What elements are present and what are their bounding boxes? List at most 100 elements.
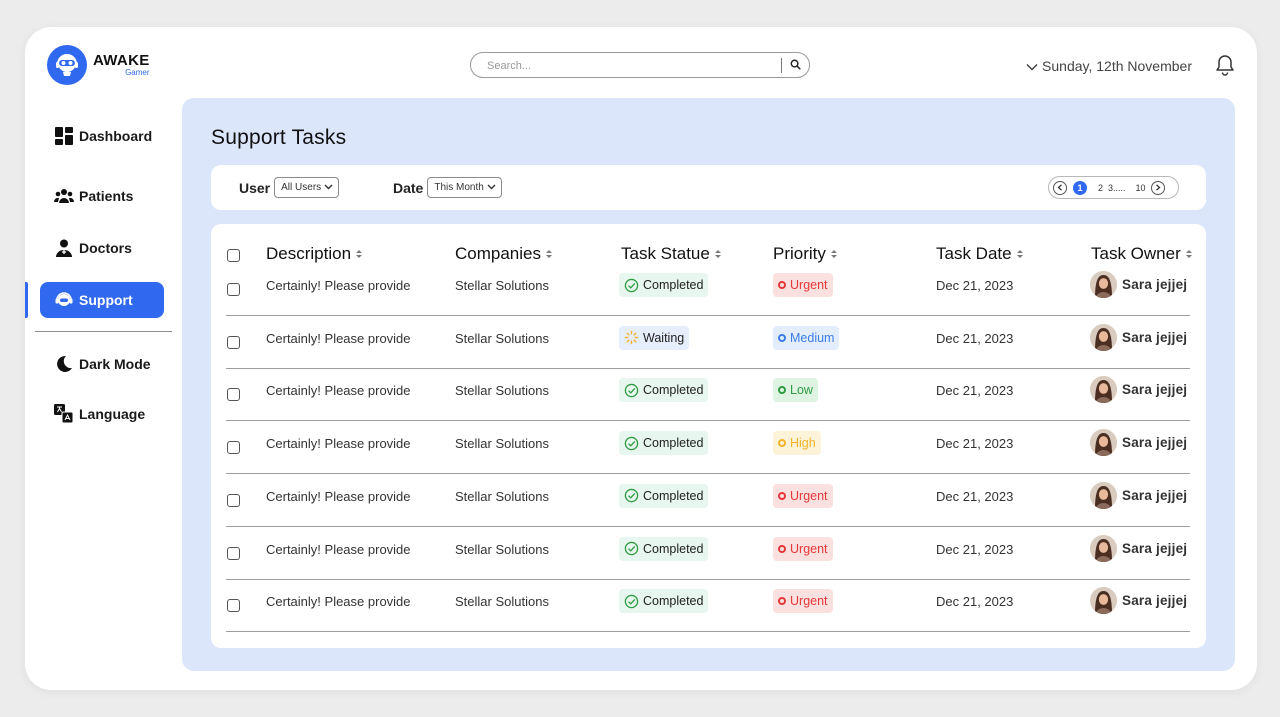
next-page-button[interactable] [1150, 180, 1165, 195]
column-header-task-owner[interactable]: Task Owner [1091, 244, 1193, 264]
row-checkbox[interactable] [227, 599, 240, 613]
column-header-priority[interactable]: Priority [773, 244, 838, 264]
user-filter-select[interactable]: All Users [274, 177, 340, 198]
page-button-2[interactable]: 2 [1098, 183, 1103, 193]
status-label: Completed [643, 436, 704, 451]
row-checkbox[interactable] [227, 546, 240, 560]
table-row[interactable]: Certainly! Please provide Stellar Solutio… [211, 580, 1206, 633]
sort-icon [714, 244, 722, 264]
gamer-logo-icon [47, 45, 87, 85]
table-row[interactable]: Certainly! Please provide Stellar Solutio… [211, 528, 1206, 580]
priority-label: High [790, 436, 816, 451]
status-badge: Completed [619, 589, 709, 614]
sidebar-divider [35, 331, 172, 332]
row-task-date: Dec 21, 2023 [936, 436, 1014, 452]
row-checkbox[interactable] [227, 388, 240, 402]
column-header-companies[interactable]: Companies [455, 244, 553, 264]
sidebar-item-label: Language [79, 406, 146, 422]
sidebar-item-support[interactable]: Support [40, 282, 164, 318]
avatar [1090, 271, 1117, 298]
row-checkbox[interactable] [227, 335, 240, 349]
owner-name: Sara jejjej [1122, 540, 1188, 556]
sort-icon [1185, 244, 1193, 264]
filter-bar: User All Users Date This Month 1 2 3....… [211, 165, 1206, 210]
table-row[interactable]: Certainly! Please provide Stellar Solutio… [211, 264, 1206, 316]
table-row[interactable]: Certainly! Please provide Stellar Solutio… [211, 369, 1206, 422]
row-owner[interactable]: Sara jejjej [1090, 534, 1188, 562]
notification-button[interactable] [1215, 54, 1235, 81]
row-divider [226, 631, 1190, 633]
row-owner[interactable]: Sara jejjej [1090, 271, 1187, 298]
table-row[interactable]: Certainly! Please provide Stellar Solutio… [211, 475, 1206, 527]
owner-name: Sara jejjej [1122, 329, 1188, 345]
language-icon [54, 404, 74, 424]
row-owner[interactable]: Sara jejjej [1090, 323, 1188, 351]
brand-logo[interactable]: AWAKE Gamer [47, 45, 150, 85]
row-task-date: Dec 21, 2023 [936, 330, 1014, 346]
sidebar-item-patients[interactable]: Patients [40, 178, 164, 214]
row-owner[interactable]: Sara jejjej [1090, 481, 1188, 509]
owner-name: Sara jejjej [1122, 487, 1188, 503]
patients-icon [54, 186, 74, 206]
row-task-date: Dec 21, 2023 [936, 594, 1014, 610]
search-input[interactable] [487, 57, 777, 74]
column-header-description[interactable]: Description [266, 244, 363, 264]
search-icon [790, 57, 801, 75]
priority-badge: Urgent [773, 589, 833, 614]
status-badge: Completed [619, 378, 709, 403]
page-button-10[interactable]: 10 [1136, 183, 1146, 193]
row-task-date: Dec 21, 2023 [936, 541, 1014, 557]
sidebar-item-dashboard[interactable]: Dashboard [40, 118, 164, 154]
chevron-down-icon [1026, 58, 1042, 74]
sidebar-item-language[interactable]: Language [40, 396, 164, 432]
row-company: Stellar Solutions [455, 383, 549, 399]
row-owner[interactable]: Sara jejjej [1090, 587, 1187, 615]
priority-badge: Urgent [773, 273, 833, 297]
prev-page-button[interactable] [1053, 180, 1067, 195]
check-circle-icon [624, 278, 639, 293]
sidebar-item-doctors[interactable]: Doctors [40, 230, 164, 266]
status-label: Completed [643, 278, 704, 292]
row-checkbox[interactable] [227, 441, 240, 455]
date-filter-select[interactable]: This Month [427, 177, 502, 198]
priority-label: Urgent [790, 488, 828, 503]
row-description: Certainly! Please provide [266, 278, 411, 293]
priority-dot-icon [778, 544, 786, 553]
search-button[interactable] [787, 58, 803, 74]
moon-icon [54, 354, 74, 374]
owner-name: Sara jejjej [1122, 435, 1188, 451]
row-checkbox[interactable] [227, 493, 240, 507]
row-description: Certainly! Please provide [266, 330, 411, 346]
page-button-1[interactable]: 1 [1073, 180, 1087, 195]
status-label: Completed [643, 541, 704, 556]
priority-dot-icon [778, 491, 786, 500]
priority-dot-icon [778, 333, 786, 342]
row-owner[interactable]: Sara jejjej [1090, 376, 1187, 404]
status-badge: Completed [619, 483, 709, 508]
column-header-task-date[interactable]: Task Date [936, 244, 1024, 264]
table-row[interactable]: Certainly! Please provide Stellar Solutio… [211, 422, 1206, 475]
priority-badge: Medium [773, 325, 840, 350]
sidebar-item-label: Dashboard [79, 128, 153, 144]
priority-label: Urgent [790, 594, 828, 609]
priority-badge: Low [773, 378, 818, 403]
sort-icon [1016, 244, 1024, 264]
priority-label: Urgent [790, 278, 828, 292]
row-owner[interactable]: Sara jejjej [1090, 429, 1188, 457]
sidebar-item-label: Dark Mode [79, 356, 151, 372]
row-checkbox[interactable] [227, 283, 240, 296]
select-all-checkbox[interactable] [227, 249, 240, 262]
row-task-date: Dec 21, 2023 [936, 278, 1014, 293]
sidebar-item-dark-mode[interactable]: Dark Mode [40, 346, 164, 382]
chevron-left-icon [1057, 184, 1062, 191]
date-filter-value: This Month [434, 182, 484, 193]
table-row[interactable]: Certainly! Please provide Stellar Solutio… [211, 317, 1206, 369]
status-label: Completed [643, 488, 704, 503]
avatar [1090, 481, 1117, 509]
page-ellipsis: 3..... [1108, 182, 1126, 193]
check-circle-icon [624, 541, 639, 556]
date-selector[interactable]: Sunday, 12th November [1026, 58, 1192, 74]
priority-badge: High [773, 431, 821, 456]
column-header-task-status[interactable]: Task Statue [621, 244, 722, 264]
row-task-date: Dec 21, 2023 [936, 383, 1014, 399]
